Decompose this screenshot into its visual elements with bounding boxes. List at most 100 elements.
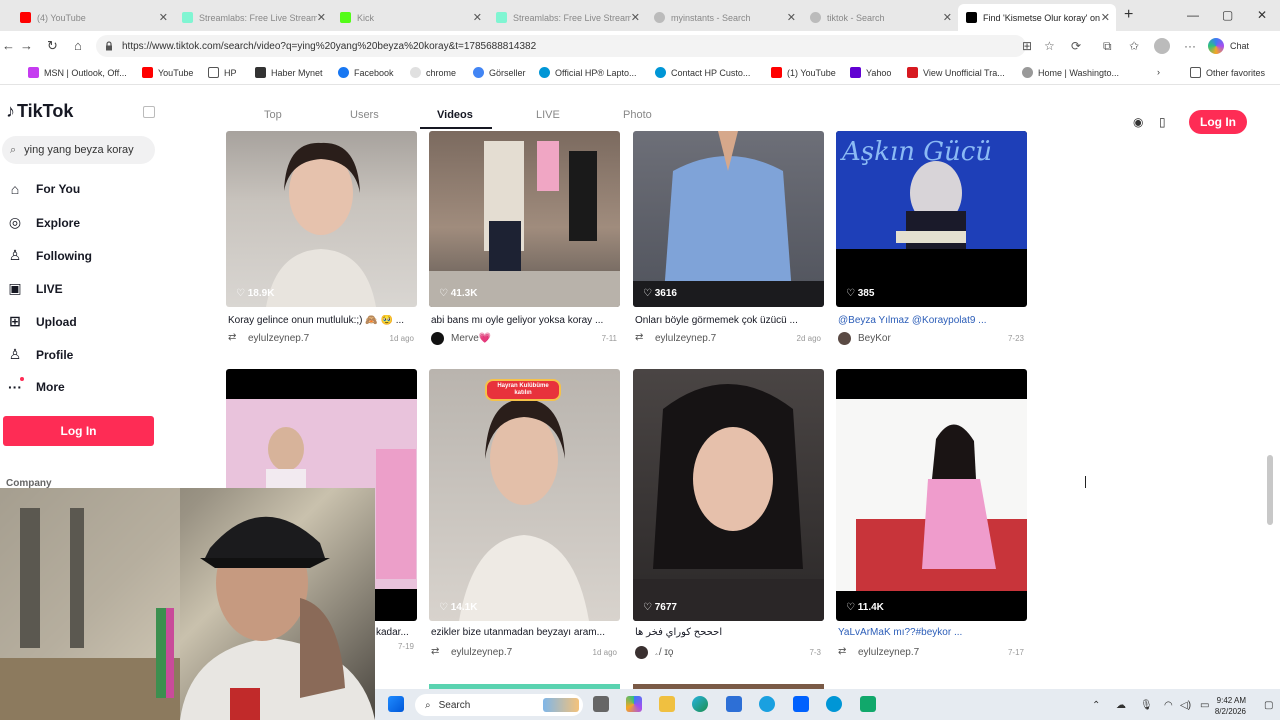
video-card[interactable]: Aşkın Gücü ♡ 385 @Beyza Yılmaz @Koraypol… [836, 131, 1027, 345]
taskbar-clock[interactable]: 9:42 AM 8/2/2026 [1196, 695, 1246, 717]
volume-icon[interactable]: ◁) [1180, 700, 1191, 711]
bookmark-hp[interactable]: HP [208, 67, 237, 78]
browser-tab[interactable]: Kick ✕ [332, 4, 488, 31]
video-caption[interactable]: YaLvArMaK mı??#beykor ... [838, 627, 1028, 638]
video-author[interactable]: ۦ/ ɪǫ 7-3 [635, 646, 825, 659]
close-icon[interactable]: ✕ [317, 11, 326, 24]
video-card[interactable]: ♡ 11.4K YaLvArMaK mı??#beykor ... ⇄ eylu… [836, 369, 1027, 658]
copilot-chat-button[interactable]: Chat [1208, 38, 1249, 54]
video-thumbnail[interactable]: Aşkın Gücü ♡ 385 [836, 131, 1027, 307]
browser-tab[interactable]: tiktok - Search ✕ [802, 4, 958, 31]
edge-icon[interactable] [692, 696, 708, 712]
task-view-icon[interactable] [593, 696, 609, 712]
extensions-icon[interactable]: ⟳ [1071, 39, 1081, 53]
close-icon[interactable]: ✕ [159, 11, 168, 24]
tab-live[interactable]: LIVE [536, 109, 560, 121]
windows-start-icon[interactable] [388, 696, 404, 712]
search-input[interactable]: ⌕ ying yang beyza koray [2, 136, 155, 164]
menu-item-explore[interactable]: ◎ Explore [6, 214, 80, 231]
bookmark-unofficial[interactable]: View Unofficial Tra... [907, 67, 1005, 78]
bookmark-youtube-2[interactable]: (1) YouTube [771, 67, 836, 78]
close-window-icon[interactable]: ✕ [1257, 8, 1267, 22]
favorites-icon[interactable]: ✩ [1129, 39, 1139, 53]
favorite-star-icon[interactable]: ☆ [1044, 39, 1055, 53]
tiktok-logo[interactable]: ♪ TikTok [6, 101, 73, 122]
browser-tab[interactable]: myinstants - Search ✕ [646, 4, 802, 31]
store-icon[interactable] [726, 696, 742, 712]
close-icon[interactable]: ✕ [787, 11, 796, 24]
bookmark-yahoo[interactable]: Yahoo [850, 67, 891, 78]
video-caption[interactable]: kadar... [376, 627, 416, 638]
wifi-icon[interactable]: ◠ [1164, 700, 1173, 711]
dropbox-icon[interactable] [793, 696, 809, 712]
video-author[interactable]: ⇄ eylulzeynep.7 7-17 [838, 646, 1028, 659]
bookmark-hp-contact[interactable]: Contact HP Custo... [655, 67, 750, 78]
video-thumbnail[interactable]: ♡ 7677 [633, 369, 824, 621]
video-caption[interactable]: احححح كوراي فخر ها [635, 627, 825, 638]
video-caption[interactable]: Onları böyle görmemek çok üzücü ... [635, 315, 825, 326]
onedrive-icon[interactable]: ☁ [1116, 700, 1126, 711]
video-author[interactable]: ⇄ eylulzeynep.7 1d ago [228, 332, 418, 345]
video-card[interactable]: ♡ 41.3K abi bans mı oyle geliyor yoksa k… [429, 131, 620, 345]
browser-tab-active[interactable]: Find 'Kismetse Olur koray' on ✕ [958, 4, 1116, 31]
forward-icon[interactable]: → [20, 38, 33, 53]
bookmarks-overflow-icon[interactable]: › [1157, 67, 1160, 77]
menu-item-following[interactable]: ♙ Following [6, 247, 92, 264]
file-explorer-icon[interactable] [659, 696, 675, 712]
page-scrollbar[interactable] [1267, 455, 1273, 525]
video-caption[interactable]: abi bans mı oyle geliyor yoksa koray ... [431, 315, 621, 326]
notification-icon[interactable]: ▢ [1264, 700, 1273, 711]
tab-videos[interactable]: Videos [437, 109, 473, 121]
mobile-icon[interactable]: ▯ [1159, 115, 1166, 129]
close-icon[interactable]: ✕ [1101, 11, 1110, 24]
menu-item-upload[interactable]: ⊞ Upload [6, 313, 77, 330]
app-available-icon[interactable]: ⊞ [1022, 39, 1032, 53]
copilot-taskbar-icon[interactable] [626, 696, 642, 712]
hp-icon[interactable] [826, 696, 842, 712]
login-button-sidebar[interactable]: Log In [3, 416, 154, 446]
cortana-icon[interactable] [759, 696, 775, 712]
video-thumbnail[interactable]: Hayran Kulübüme katılın ♡ 14.1K [429, 369, 620, 621]
streamlabs-taskbar-icon[interactable] [860, 696, 876, 712]
video-card[interactable]: ♡ 7677 احححح كوراي فخر ها ۦ/ ɪǫ 7-3 [633, 369, 824, 659]
video-thumbnail[interactable]: ♡ 3616 [633, 131, 824, 307]
taskbar-search[interactable]: ⌕ Search [415, 694, 583, 716]
video-author[interactable]: ⇄ eylulzeynep.7 1d ago [431, 646, 621, 659]
back-icon[interactable]: ← [2, 38, 15, 53]
url-field[interactable]: https://www.tiktok.com/search/video?q=yi… [96, 35, 1026, 57]
bookmark-youtube[interactable]: YouTube [142, 67, 193, 78]
video-caption[interactable]: @Beyza Yılmaz @Koraypolat9 ... [838, 315, 1028, 326]
browser-tab[interactable]: (4) YouTube ✕ [12, 4, 174, 31]
close-icon[interactable]: ✕ [943, 11, 952, 24]
bookmark-msn[interactable]: MSN | Outlook, Off... [28, 67, 127, 78]
collapse-sidebar-icon[interactable] [143, 106, 155, 118]
video-caption[interactable]: Koray gelince onun mutluluk:;) 🙈 🥹 ... [228, 315, 418, 326]
tab-users[interactable]: Users [350, 109, 379, 121]
tab-photo[interactable]: Photo [623, 109, 652, 121]
bookmark-washington[interactable]: Home | Washingto... [1022, 67, 1119, 78]
bookmark-chrome[interactable]: chrome [410, 67, 456, 78]
bookmark-gorseller[interactable]: Görseller [473, 67, 526, 78]
compass-icon[interactable]: ◉ [1133, 115, 1143, 129]
bookmark-hp-laptops[interactable]: Official HP® Lapto... [539, 67, 637, 78]
video-caption[interactable]: ezikler bize utanmadan beyzayı aram... [431, 627, 621, 638]
close-icon[interactable]: ✕ [473, 11, 482, 24]
microphone-icon[interactable]: 🎙 [1140, 700, 1153, 711]
bookmark-haber-mynet[interactable]: Haber Mynet [255, 67, 323, 78]
video-card[interactable]: ♡ 3616 Onları böyle görmemek çok üzücü .… [633, 131, 824, 344]
new-tab-icon[interactable]: + [1124, 6, 1133, 24]
refresh-icon[interactable]: ↻ [47, 38, 58, 54]
bookmark-facebook[interactable]: Facebook [338, 67, 394, 78]
video-author[interactable]: ⇄ eylulzeynep.7 2d ago [635, 332, 825, 345]
browser-tab[interactable]: Streamlabs: Free Live Streami ✕ [174, 4, 332, 31]
menu-item-live[interactable]: ▣ LIVE [6, 280, 62, 297]
profile-avatar[interactable] [1154, 38, 1170, 54]
browser-tab[interactable]: Streamlabs: Free Live Streami ✕ [488, 4, 646, 31]
bookmark-other-favorites[interactable]: Other favorites [1190, 67, 1265, 78]
chevron-up-icon[interactable]: ⌃ [1092, 700, 1100, 711]
video-thumbnail[interactable]: ♡ 41.3K [429, 131, 620, 307]
menu-item-more[interactable]: ··· More [6, 377, 65, 395]
close-icon[interactable]: ✕ [631, 11, 640, 24]
video-thumbnail[interactable]: ♡ 18.9K [226, 131, 417, 307]
video-card[interactable]: Hayran Kulübüme katılın ♡ 14.1K ezikler … [429, 369, 620, 658]
